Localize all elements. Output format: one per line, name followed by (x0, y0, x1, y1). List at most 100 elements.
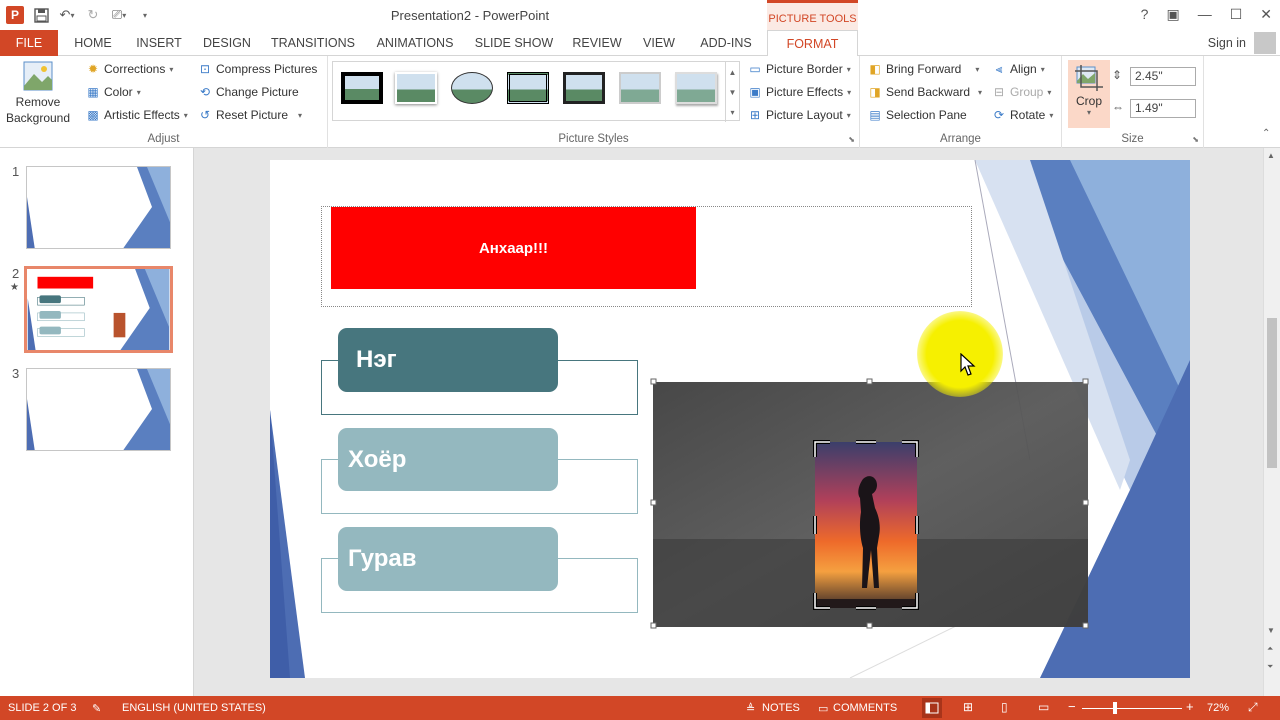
notes-icon[interactable]: ≜ (746, 702, 755, 715)
change-picture-icon: ⟲ (199, 85, 211, 99)
shape-width-input[interactable]: 1.49" (1130, 99, 1196, 118)
style-thumb-3[interactable] (451, 72, 493, 104)
tab-design[interactable]: DESIGN (196, 30, 258, 56)
picture-effects-button[interactable]: ▣ Picture Effects ▾ (748, 85, 851, 99)
selection-pane-icon: ▤ (869, 108, 881, 122)
scroll-up-icon[interactable]: ▲ (1267, 151, 1275, 160)
status-bar: SLIDE 2 OF 3 ✎ ENGLISH (UNITED STATES) ≜… (0, 696, 1280, 720)
style-thumb-2[interactable] (395, 72, 437, 104)
zoom-slider[interactable] (1082, 708, 1182, 709)
tab-transitions[interactable]: TRANSITIONS (264, 30, 362, 56)
crop-button[interactable]: Crop ▾ (1068, 60, 1110, 128)
list-item-2[interactable]: Хоёр (338, 428, 558, 491)
title-bar: P ↶ ▾ ↻ ⎚ ▾ ▾ Presentation2 - PowerPoint P… (0, 0, 1280, 30)
zoom-level[interactable]: 72% (1207, 702, 1229, 714)
send-backward-icon: ◨ (869, 85, 881, 99)
slide-count-indicator[interactable]: SLIDE 2 OF 3 (8, 702, 76, 714)
tab-format[interactable]: FORMAT (767, 30, 858, 57)
picture-layout-button[interactable]: ⊞ Picture Layout ▾ (748, 108, 851, 122)
slide-thumbnail-2[interactable] (24, 266, 173, 353)
gallery-up-icon[interactable]: ▲ (729, 68, 737, 77)
fit-slide-icon[interactable]: ⤢ (1248, 700, 1258, 715)
group-label: Group (1010, 85, 1044, 99)
corrections-button[interactable]: ✹ Corrections ▾ (86, 62, 173, 76)
tab-view[interactable]: VIEW (636, 30, 682, 56)
slide-thumbnail-3[interactable] (26, 368, 171, 451)
change-picture-label: Change Picture (216, 85, 299, 99)
slide-2-preview (27, 269, 170, 350)
gallery-scroll[interactable]: ▲ ▼ ▾ (725, 62, 739, 122)
remove-background-button[interactable]: Remove Background (4, 60, 72, 126)
color-button[interactable]: ▦ Color ▾ (86, 85, 140, 99)
gallery-down-icon[interactable]: ▼ (729, 88, 737, 97)
alert-banner[interactable]: Анхаар!!! (331, 207, 696, 289)
comments-icon[interactable]: ▭ (818, 702, 828, 715)
scroll-thumb[interactable] (1267, 318, 1277, 468)
compress-icon: ⊡ (199, 62, 211, 76)
zoom-in-icon[interactable]: + (1186, 699, 1194, 714)
language-indicator[interactable]: ENGLISH (UNITED STATES) (122, 702, 266, 714)
gallery-more-icon[interactable]: ▾ (730, 108, 734, 117)
slide-sorter-view-icon[interactable]: ⊞ (963, 700, 973, 714)
tab-home[interactable]: HOME (64, 30, 122, 56)
align-icon: ⫷ (995, 62, 1003, 76)
minimize-icon[interactable]: — (1198, 6, 1212, 23)
tab-slide-show[interactable]: SLIDE SHOW (470, 30, 558, 56)
avatar[interactable] (1254, 32, 1276, 54)
picture-border-button[interactable]: ▭ Picture Border ▾ (748, 62, 850, 76)
vertical-scrollbar[interactable]: ▲ ▼ ⏶ ⏷ (1263, 148, 1280, 696)
help-icon[interactable]: ? (1141, 6, 1149, 23)
slide-1-preview (27, 167, 170, 248)
change-picture-button[interactable]: ⟲ Change Picture (198, 85, 299, 99)
tab-add-ins[interactable]: ADD-INS (690, 30, 762, 56)
slide-show-view-icon[interactable]: ▭ (1038, 700, 1049, 714)
style-thumb-5[interactable] (563, 72, 605, 104)
reading-view-icon[interactable]: ▯ (1001, 700, 1008, 714)
group-button[interactable]: ⊟ Group ▾ (992, 85, 1051, 99)
comments-button[interactable]: COMMENTS (833, 702, 897, 714)
list-item-3[interactable]: Гурав (338, 527, 558, 591)
tab-file[interactable]: FILE (0, 30, 58, 56)
height-icon: ⇕ (1112, 68, 1123, 82)
reset-picture-label: Reset Picture (216, 108, 289, 122)
zoom-out-icon[interactable]: − (1068, 699, 1076, 714)
style-thumb-6[interactable] (619, 72, 661, 104)
collapse-ribbon-icon[interactable]: ⌃ (1262, 128, 1270, 139)
shape-height-input[interactable]: 2.45" (1130, 67, 1196, 86)
ribbon-display-options-icon[interactable]: ▣ (1166, 6, 1179, 23)
selection-pane-button[interactable]: ▤ Selection Pane (868, 108, 967, 122)
bring-forward-button[interactable]: ◧ Bring Forward ▾ (868, 62, 979, 76)
spelling-check-icon[interactable]: ✎ (92, 702, 101, 715)
rotate-icon: ⟳ (993, 108, 1005, 122)
tab-animations[interactable]: ANIMATIONS (368, 30, 462, 56)
list-item-1[interactable]: Нэг (338, 328, 558, 392)
selection-pane-label: Selection Pane (886, 108, 967, 122)
slide-canvas[interactable]: Анхаар!!! Нэг Хоёр Гурав (270, 160, 1190, 678)
close-icon[interactable]: ✕ (1260, 6, 1272, 23)
slide-thumbnail-1[interactable] (26, 166, 171, 249)
picture-effects-icon: ▣ (749, 85, 761, 99)
align-button[interactable]: ⫷ Align ▾ (992, 62, 1045, 76)
next-slide-icon[interactable]: ⏷ (1267, 662, 1273, 672)
cropped-picture[interactable] (650, 378, 1091, 629)
zoom-slider-thumb[interactable] (1113, 702, 1117, 714)
style-thumb-7[interactable] (675, 72, 717, 104)
normal-view-button[interactable] (922, 698, 942, 718)
tab-review[interactable]: REVIEW (566, 30, 628, 56)
maximize-icon[interactable]: ☐ (1230, 6, 1243, 23)
scroll-down-icon[interactable]: ▼ (1267, 626, 1275, 635)
picture-effects-label: Picture Effects (766, 85, 844, 99)
previous-slide-icon[interactable]: ⏶ (1267, 644, 1273, 654)
compress-pictures-button[interactable]: ⊡ Compress Pictures (198, 62, 317, 76)
picture-styles-launcher-icon[interactable]: ⬊ (848, 135, 855, 144)
rotate-button[interactable]: ⟳ Rotate ▾ (992, 108, 1053, 122)
style-thumb-1[interactable] (341, 72, 383, 104)
send-backward-button[interactable]: ◨ Send Backward ▾ (868, 85, 982, 99)
size-launcher-icon[interactable]: ⬊ (1192, 135, 1199, 144)
sign-in-link[interactable]: Sign in (1208, 36, 1246, 50)
reset-picture-button[interactable]: ↺ Reset Picture ▾ (198, 108, 302, 122)
artistic-effects-button[interactable]: ▩ Artistic Effects ▾ (86, 108, 187, 122)
tab-insert[interactable]: INSERT (128, 30, 190, 56)
notes-button[interactable]: NOTES (762, 702, 800, 714)
style-thumb-4[interactable] (507, 72, 549, 104)
